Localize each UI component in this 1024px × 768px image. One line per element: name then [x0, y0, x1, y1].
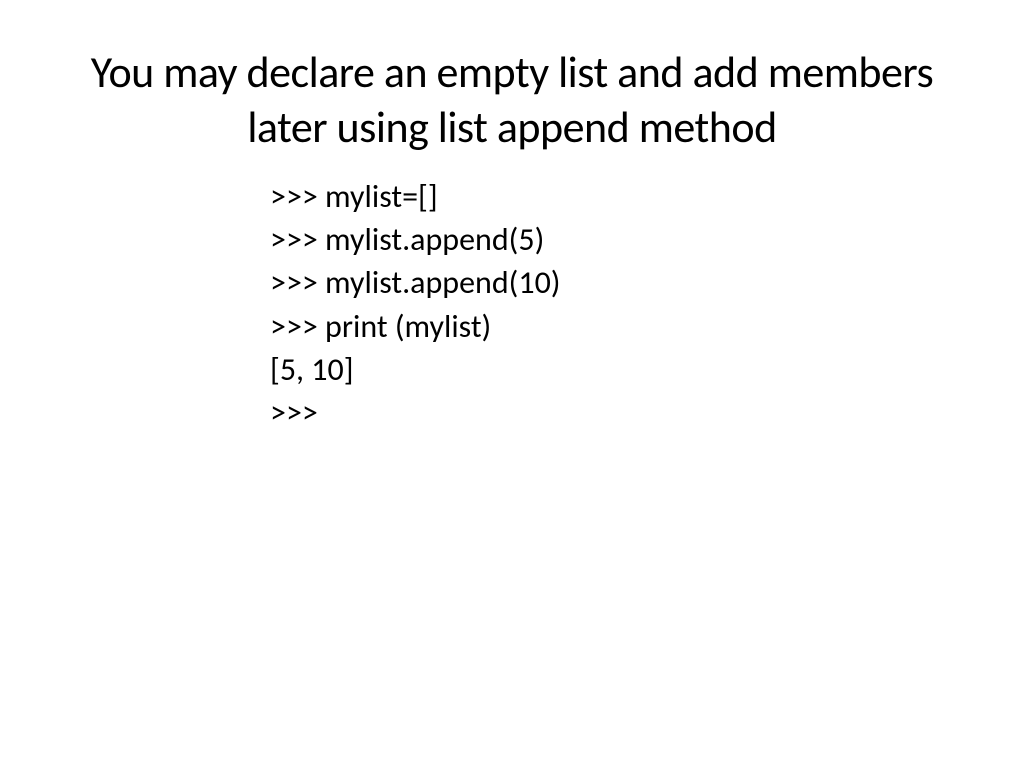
code-example: >>> mylist=[] >>> mylist.append(5) >>> m…: [270, 175, 964, 434]
code-line: [5, 10]: [270, 348, 964, 391]
code-line: >>> print (mylist): [270, 305, 964, 348]
code-line: >>> mylist=[]: [270, 175, 964, 218]
slide-container: You may declare an empty list and add me…: [0, 0, 1024, 768]
code-line: >>>: [270, 391, 964, 434]
slide-title: You may declare an empty list and add me…: [60, 45, 964, 155]
code-line: >>> mylist.append(5): [270, 218, 964, 261]
code-line: >>> mylist.append(10): [270, 261, 964, 304]
